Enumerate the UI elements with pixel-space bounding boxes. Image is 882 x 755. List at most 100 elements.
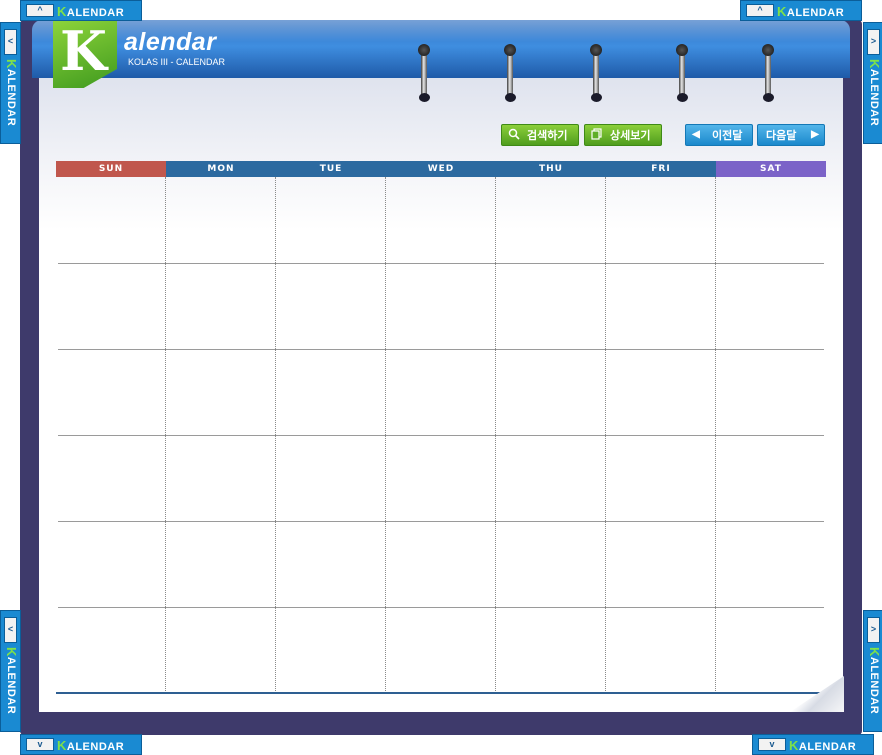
day-cell[interactable] [716,177,824,263]
collapse-left-icon[interactable]: < [4,29,17,55]
day-cell[interactable] [166,263,276,349]
day-cell[interactable] [166,607,276,693]
weekday-fri: FRI [606,161,716,177]
day-cell[interactable] [386,349,496,435]
expand-down-icon[interactable]: v [26,738,54,751]
search-button[interactable]: 검색하기 [501,124,579,146]
search-button-label: 검색하기 [527,130,568,142]
day-cell[interactable] [166,177,276,263]
next-month-label: 다음달 [766,130,797,142]
prev-month-button[interactable]: ◀ 이전달 [685,124,753,146]
day-cell[interactable] [276,263,386,349]
collapse-up-icon[interactable]: ^ [26,4,54,17]
detail-view-button[interactable]: 상세보기 [584,124,662,146]
tab-label: KALENDAR [4,59,19,127]
grid-bottom-border [56,692,826,694]
logo-word: alendar [124,28,217,56]
expand-down-icon[interactable]: v [758,738,786,751]
day-cell[interactable] [716,263,824,349]
weekday-mon: MON [166,161,276,177]
collapse-left-icon[interactable]: < [4,617,17,643]
day-cell[interactable] [606,177,716,263]
day-cell[interactable] [496,607,606,693]
day-cell[interactable] [276,607,386,693]
day-cell[interactable] [386,177,496,263]
day-cell[interactable] [386,435,496,521]
day-cell[interactable] [166,521,276,607]
tab-kalendar-top-left[interactable]: ^ KALENDAR [20,0,142,21]
binder-ring-icon [417,44,431,102]
tab-kalendar-bottom-left[interactable]: v KALENDAR [20,734,142,755]
week-row [58,177,824,264]
day-cell[interactable] [716,349,824,435]
day-cell[interactable] [606,607,716,693]
arrow-left-icon: ◀ [692,129,700,140]
day-cell[interactable] [166,435,276,521]
day-cell[interactable] [606,435,716,521]
day-cell[interactable] [58,263,166,349]
day-cell[interactable] [276,435,386,521]
day-cell[interactable] [606,263,716,349]
day-cell[interactable] [166,349,276,435]
day-cell[interactable] [606,349,716,435]
expand-right-icon[interactable]: > [867,29,880,55]
calendar-grid [56,177,826,693]
collapse-up-icon[interactable]: ^ [746,4,774,17]
tab-label: KALENDAR [57,738,125,753]
tab-label: KALENDAR [4,647,19,715]
tab-kalendar-bottom-right[interactable]: v KALENDAR [752,734,874,755]
arrow-right-icon: ▶ [811,129,819,140]
day-cell[interactable] [716,435,824,521]
tab-kalendar-top-right[interactable]: ^ KALENDAR [740,0,862,21]
day-cell[interactable] [606,521,716,607]
weekday-wed: WED [386,161,496,177]
binder-ring-icon [503,44,517,102]
day-cell[interactable] [58,607,166,693]
weekday-tue: TUE [276,161,386,177]
week-row [58,607,824,693]
tab-label: KALENDAR [57,4,125,19]
day-cell[interactable] [386,263,496,349]
day-cell[interactable] [496,349,606,435]
weekday-thu: THU [496,161,606,177]
day-cell[interactable] [386,607,496,693]
binder-ring-icon [589,44,603,102]
week-row [58,263,824,350]
prev-month-label: 이전달 [712,130,743,142]
day-cell[interactable] [386,521,496,607]
day-cell[interactable] [58,435,166,521]
tab-kalendar-left-bottom[interactable]: < KALENDAR [0,610,21,732]
day-cell[interactable] [276,177,386,263]
weekday-sat: SAT [716,161,826,177]
tab-kalendar-right-bottom[interactable]: > KALENDAR [863,610,882,732]
day-cell[interactable] [496,177,606,263]
expand-right-icon[interactable]: > [867,617,880,643]
detail-view-button-label: 상세보기 [610,130,651,142]
binder-ring-icon [675,44,689,102]
day-cell[interactable] [496,521,606,607]
weekday-header: SUN MON TUE WED THU FRI SAT [56,161,826,177]
tab-kalendar-left-top[interactable]: < KALENDAR [0,22,21,144]
tab-label: KALENDAR [789,738,857,753]
day-cell[interactable] [58,521,166,607]
day-cell[interactable] [58,177,166,263]
day-cell[interactable] [496,435,606,521]
magnifier-icon [507,128,521,142]
day-cell[interactable] [496,263,606,349]
weekday-sun: SUN [56,161,166,177]
day-cell[interactable] [716,521,824,607]
day-cell[interactable] [276,349,386,435]
binder-ring-icon [761,44,775,102]
week-row [58,349,824,436]
day-cell[interactable] [276,521,386,607]
next-month-button[interactable]: 다음달 ▶ [757,124,825,146]
day-cell[interactable] [58,349,166,435]
logo-letter: K [60,19,107,83]
day-cell[interactable] [716,607,824,693]
pages-icon [590,128,604,142]
logo-subtitle: KOLAS III - CALENDAR [128,57,226,67]
week-row [58,435,824,522]
tab-kalendar-right-top[interactable]: > KALENDAR [863,22,882,144]
tab-label: KALENDAR [777,4,845,19]
tab-label: KALENDAR [867,647,882,715]
